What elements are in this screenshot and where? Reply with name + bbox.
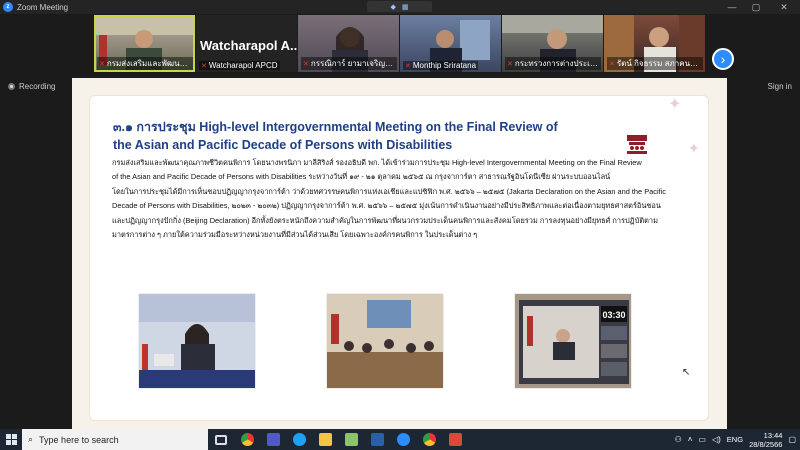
paragraph-line: Decade of Persons with Disabilities, ๒๐๒…	[112, 201, 661, 211]
slide-card: ✦ ✦ ๓.๑ การประชุม High-level Intergovern…	[89, 95, 709, 421]
video-tile[interactable]: ✕ Monthip Sriratana	[400, 15, 501, 72]
notepad-icon[interactable]	[338, 429, 364, 450]
clock-time: 13:44	[763, 430, 783, 440]
slide-paragraph: กรมส่งเสริมและพัฒนาคุณภาพชีวิตคนพิการ โด…	[112, 156, 697, 242]
search-placeholder: Type here to search	[39, 434, 119, 445]
meeting-photo	[138, 293, 256, 389]
photo-video-screen: 03:30	[515, 294, 631, 388]
active-speaker-name: Watcharapol A...	[200, 38, 301, 53]
photo-conference-room	[327, 294, 443, 388]
muted-mic-icon: ✕	[99, 61, 105, 68]
slide-heading: ๓.๑ การประชุม High-level Intergovernment…	[113, 118, 583, 154]
volume-icon[interactable]: ◁)	[712, 435, 721, 444]
minimize-button[interactable]: —	[720, 0, 744, 14]
heading-line: ๓.๑ การประชุม High-level Intergovernment…	[113, 120, 558, 134]
mouse-cursor-icon: ↖	[682, 367, 691, 378]
paragraph-line: โดยในการประชุมได้มีการเห็นชอบปฏิญญากรุงจ…	[112, 186, 666, 196]
muted-mic-icon: ✕	[405, 63, 411, 70]
participant-name: ✕กรมส่งเสริมและพัฒนาคุณ...	[97, 57, 193, 70]
file-explorer-icon[interactable]	[312, 429, 338, 450]
chevron-up-icon[interactable]: ˄	[688, 435, 693, 444]
participant-name: ✕ Monthip Sriratana	[403, 61, 479, 70]
participant-name: ✕รัตน์ กิจธรรม สภาคนพิการ...	[607, 57, 703, 70]
grid-icon: ▦	[401, 3, 409, 11]
heading-line: the Asian and Pacific Decade of Persons …	[113, 138, 453, 152]
network-icon[interactable]: ▭	[698, 435, 706, 444]
chevron-right-icon: ›	[720, 51, 726, 67]
shared-screen: ✦ ✦ ๓.๑ การประชุม High-level Intergovern…	[72, 78, 727, 429]
photo-official-at-desk	[139, 294, 255, 388]
sign-in-link[interactable]: Sign in	[768, 82, 792, 91]
sparkle-icon: ✦	[688, 140, 700, 156]
notification-icon[interactable]: ▢	[788, 435, 796, 444]
record-icon	[8, 83, 15, 90]
participant-name: ✕ กรรณิการ์ ยามาเจริญ ผู้แ...	[301, 57, 397, 70]
window-title: Zoom Meeting	[17, 2, 69, 12]
word-icon[interactable]	[364, 429, 390, 450]
clock-date: 28/8/2566	[749, 439, 783, 449]
next-page-button[interactable]: ›	[712, 48, 734, 70]
taskbar-search[interactable]: ⌕ Type here to search	[22, 429, 208, 450]
maximize-button[interactable]: ▢	[744, 0, 768, 14]
zoom-logo-icon: z	[3, 2, 13, 12]
people-icon[interactable]: ⚇	[675, 435, 682, 444]
recording-indicator: Recording	[8, 82, 55, 91]
participant-strip: ✕กรมส่งเสริมและพัฒนาคุณ... ✕Watcharapol …	[0, 14, 800, 74]
windows-logo-icon	[5, 434, 17, 445]
video-tile[interactable]: ✕กรมส่งเสริมและพัฒนาคุณ...	[94, 15, 195, 72]
clock[interactable]: 13:44 28/8/2566	[749, 431, 782, 449]
view-options-bar[interactable]: ◆ ▦	[367, 1, 432, 12]
paragraph-line: of the Asian and Pacific Decade of Perso…	[112, 172, 611, 182]
paragraph-line: และปฏิญญากรุงปักกิ่ง (Beijing Declaratio…	[112, 215, 658, 225]
paragraph-line: มาตรการต่าง ๆ ภายใต้ความร่วมมือระหว่างหน…	[112, 230, 478, 240]
muted-mic-icon: ✕	[507, 61, 513, 68]
shield-icon: ◆	[390, 3, 396, 11]
system-tray: ⚇ ˄ ▭ ◁) ENG 13:44 28/8/2566 ▢	[675, 429, 800, 450]
timer-readout: 03:30	[602, 310, 625, 320]
teams-icon[interactable]	[260, 429, 286, 450]
participant-name: ✕ Watcharapol APCD	[199, 61, 280, 70]
paragraph-line: กรมส่งเสริมและพัฒนาคุณภาพชีวิตคนพิการ โด…	[112, 158, 642, 167]
muted-mic-icon: ✕	[609, 61, 615, 68]
taskbar: ⌕ Type here to search ⚇ ˄ ▭ ◁) ENG 13:44…	[0, 429, 800, 450]
chrome-icon[interactable]	[234, 429, 260, 450]
chrome-alt-icon[interactable]	[416, 429, 442, 450]
search-icon: ⌕	[28, 434, 34, 444]
close-button[interactable]: ✕	[772, 0, 796, 14]
participant-name: ✕ กระทรวงการต่างประเทศ	[505, 57, 601, 70]
start-button[interactable]	[0, 429, 22, 450]
title-bar: z Zoom Meeting ◆ ▦ — ▢ ✕	[0, 0, 800, 14]
zoom-icon[interactable]	[390, 429, 416, 450]
video-tile[interactable]: ✕ กรรณิการ์ ยามาเจริญ ผู้แ...	[298, 15, 399, 72]
task-view-icon[interactable]	[208, 429, 234, 450]
language-indicator[interactable]: ENG	[727, 435, 743, 444]
meeting-icon	[627, 135, 647, 154]
skype-icon[interactable]	[286, 429, 312, 450]
video-tile[interactable]: ✕ กระทรวงการต่างประเทศ	[502, 15, 603, 72]
video-tile[interactable]: ✕รัตน์ กิจธรรม สภาคนพิการ...	[604, 15, 705, 72]
app-icon[interactable]	[442, 429, 468, 450]
meeting-photo: 03:30	[514, 293, 632, 389]
sparkle-icon: ✦	[668, 96, 682, 113]
muted-mic-icon: ✕	[303, 61, 309, 68]
meeting-photo	[326, 293, 444, 389]
muted-mic-icon: ✕	[201, 63, 207, 70]
